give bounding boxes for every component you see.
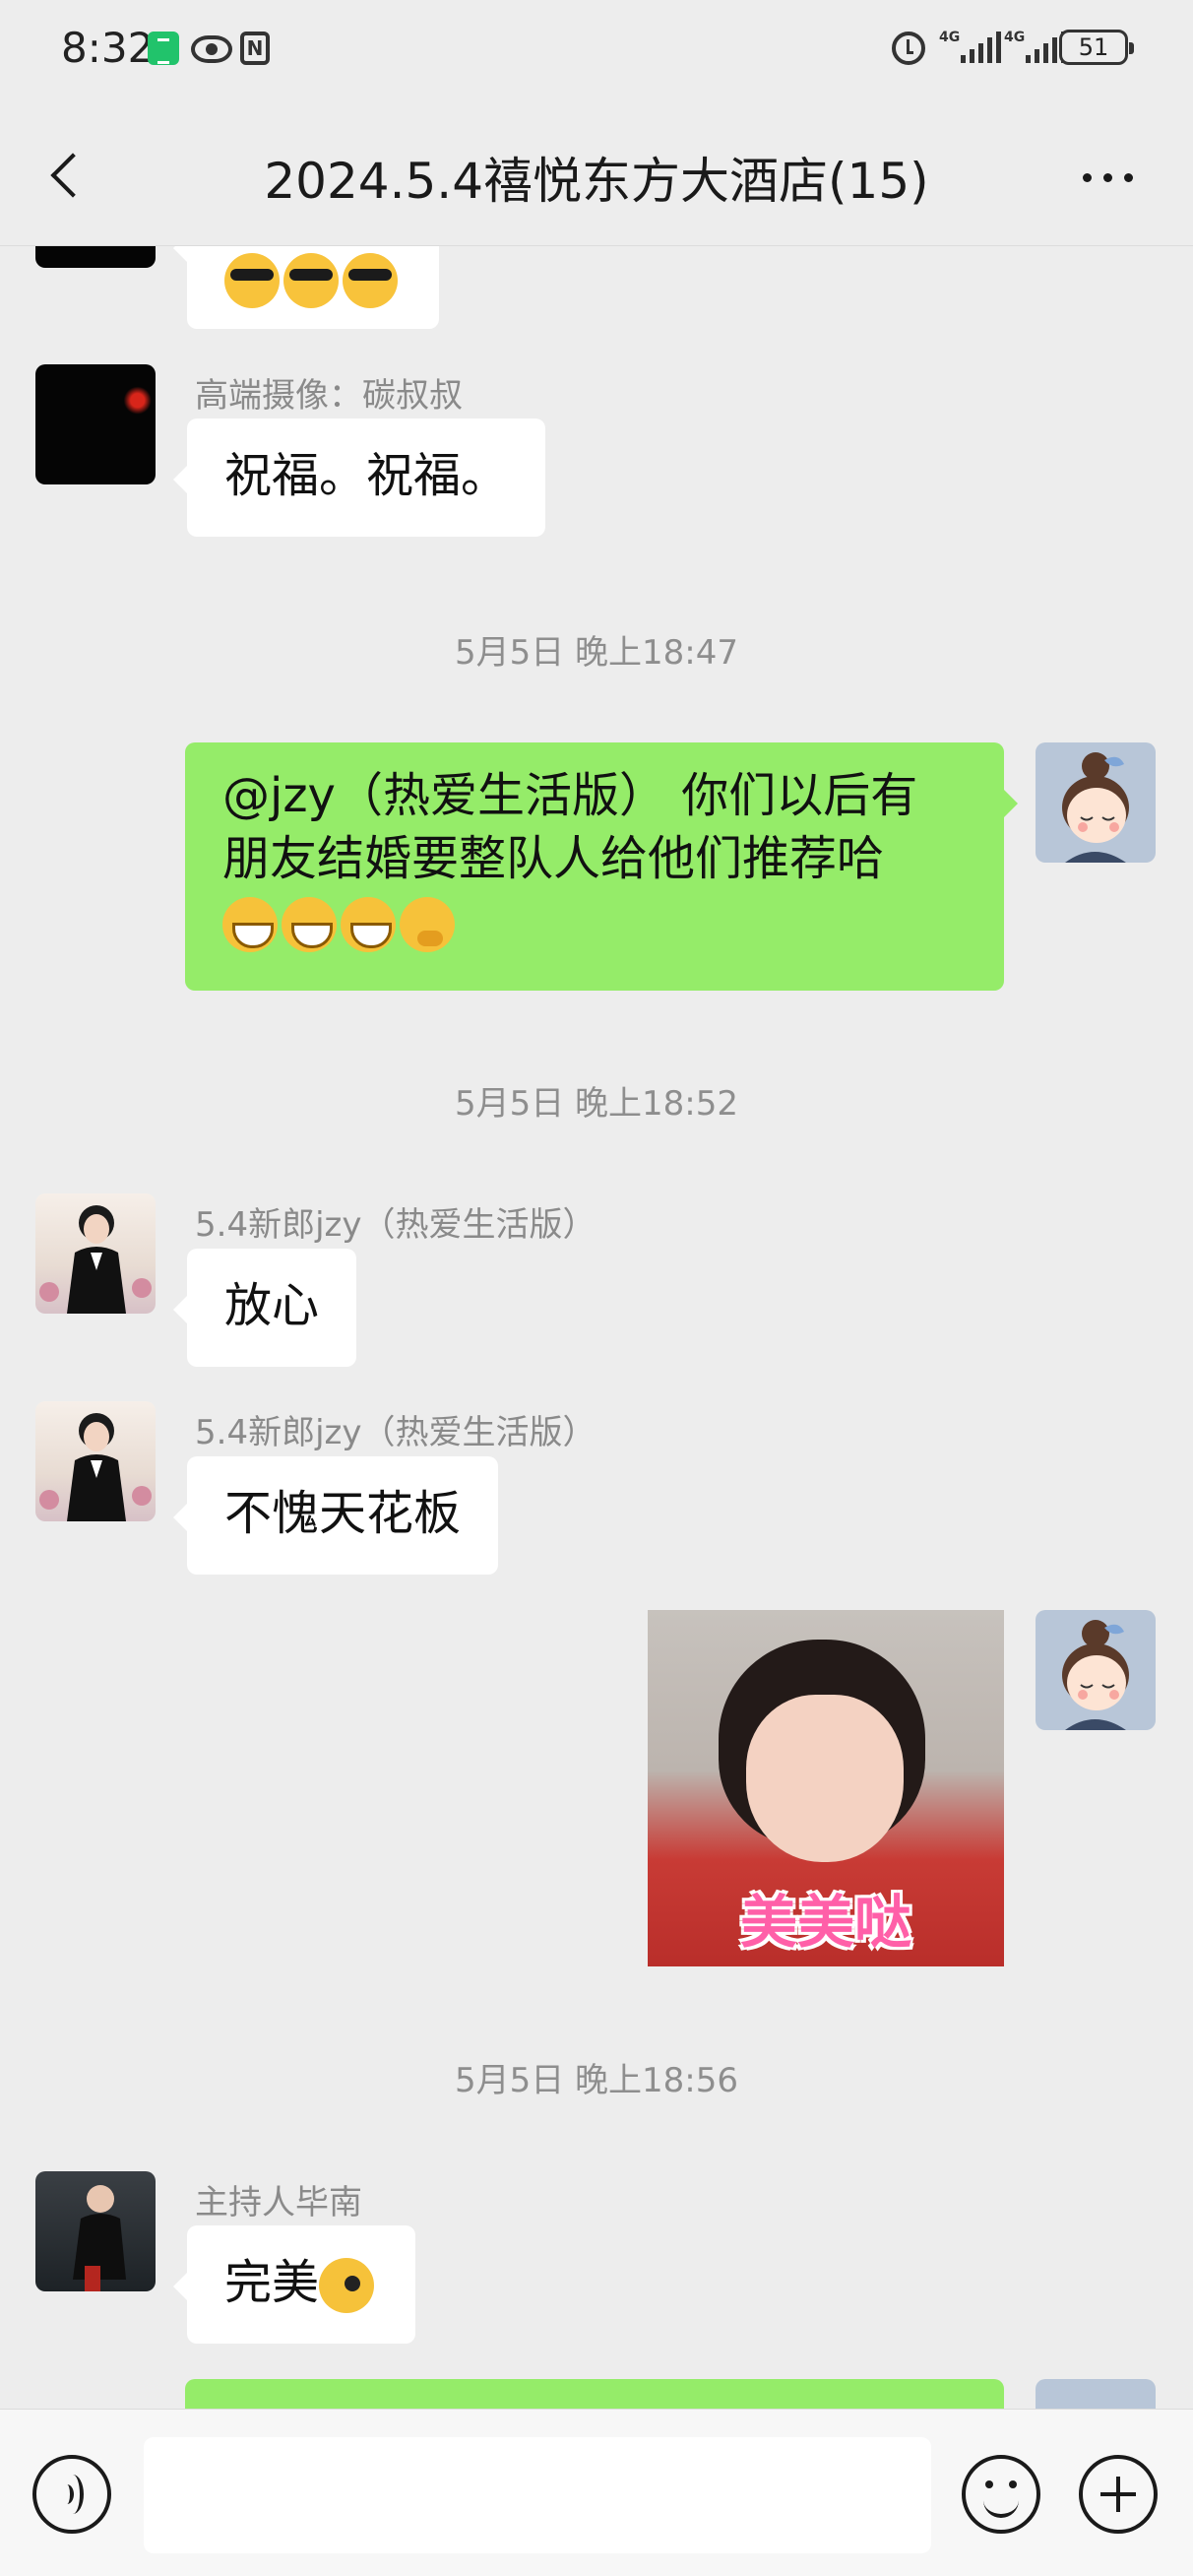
message-bubble[interactable]: 不愧天花板 <box>172 1456 499 1575</box>
message-list[interactable]: 高端摄像：碳叔叔 祝福。祝福。 5月5日 晚上18:47 @jzy（热爱生活版）… <box>0 246 1193 2409</box>
avatar[interactable] <box>35 1401 156 1521</box>
emoji-button[interactable] <box>962 2455 1040 2534</box>
image-caption: 美美哒 <box>739 1889 911 1956</box>
my-avatar[interactable] <box>1036 1610 1156 1730</box>
image-message[interactable]: 美美哒 <box>648 1610 1004 1966</box>
sunglasses-emoji-icon <box>283 253 339 308</box>
sender-name: 5.4新郎jzy（热爱生活版） <box>195 1413 596 1452</box>
chat-header: 2024.5.4禧悦东方大酒店(15) <box>0 98 1193 246</box>
photo-content <box>746 1695 904 1862</box>
sender-name: 5.4新郎jzy（热爱生活版） <box>195 1205 596 1245</box>
grinning-emoji-icon <box>341 897 396 952</box>
message-text: 完美 <box>224 2255 320 2310</box>
message-input[interactable] <box>144 2437 931 2553</box>
signal-icon <box>939 32 1001 63</box>
message-text-line: 朋友结婚要整队人给他们推荐哈 <box>222 831 885 886</box>
my-avatar[interactable] <box>1036 2379 1156 2409</box>
nfc-icon: N <box>240 32 270 65</box>
message-bubble[interactable]: 放心 <box>172 1249 357 1367</box>
more-button[interactable] <box>1073 158 1142 197</box>
sender-name: 主持人毕南 <box>195 2183 362 2222</box>
avatar[interactable] <box>35 364 156 484</box>
message-text-line: @jzy（热爱生活版） 你们以后有 <box>222 768 918 823</box>
message-bubble-outgoing[interactable] <box>185 2379 1004 2409</box>
chat-title[interactable]: 2024.5.4禧悦东方大酒店(15) <box>0 142 1193 213</box>
timestamp: 5月5日 晚上18:52 <box>454 1084 739 1124</box>
hourglass-icon <box>148 32 179 65</box>
status-time: 8:32 <box>61 24 155 72</box>
ok-hand-emoji-icon <box>319 2258 375 2313</box>
message-bubble[interactable] <box>173 246 439 329</box>
cartoon-girl-avatar-icon <box>1062 752 1129 863</box>
sunglasses-emoji-icon <box>224 253 280 308</box>
alarm-icon <box>892 32 925 65</box>
thinking-emoji-icon <box>400 897 455 952</box>
more-dot <box>1102 172 1112 182</box>
timestamp: 5月5日 晚上18:56 <box>454 2061 739 2100</box>
message-bubble[interactable]: 祝福。祝福。 <box>172 419 546 537</box>
more-dot <box>1123 172 1133 182</box>
message-bubble-outgoing[interactable]: @jzy（热爱生活版） 你们以后有 朋友结婚要整队人给他们推荐哈 <box>185 742 1018 991</box>
signal-icon-2 <box>1004 32 1066 63</box>
status-bar: 8:32 N 4G 4G 51 <box>0 0 1193 98</box>
groom-avatar-icon <box>39 1413 152 1521</box>
sender-name: 高端摄像：碳叔叔 <box>195 376 463 416</box>
avatar[interactable] <box>35 246 156 268</box>
my-avatar[interactable] <box>1036 742 1156 863</box>
more-functions-button[interactable] <box>1079 2455 1158 2534</box>
more-dot <box>1082 172 1092 182</box>
sunglasses-emoji-icon <box>343 253 398 308</box>
voice-button[interactable] <box>32 2455 111 2534</box>
cartoon-girl-avatar-icon <box>1062 1620 1129 1730</box>
avatar[interactable] <box>35 1193 156 1314</box>
timestamp: 5月5日 晚上18:47 <box>454 633 739 673</box>
eye-icon <box>191 35 232 63</box>
message-emoji-row <box>222 890 967 953</box>
grinning-emoji-icon <box>282 897 337 952</box>
message-bubble[interactable]: 完美 <box>172 2225 416 2344</box>
battery-icon: 51 <box>1059 30 1134 65</box>
grinning-emoji-icon <box>222 897 278 952</box>
host-avatar-icon <box>73 2185 126 2291</box>
groom-avatar-icon <box>39 1205 152 1314</box>
input-bar <box>0 2409 1193 2576</box>
avatar[interactable] <box>35 2171 156 2291</box>
